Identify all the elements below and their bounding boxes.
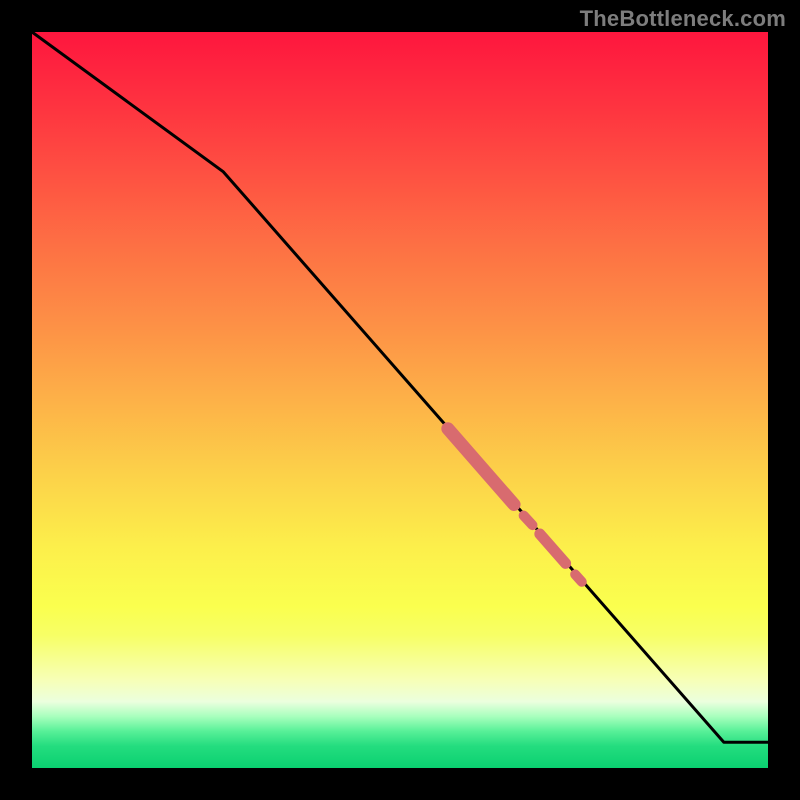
bottleneck-curve — [32, 32, 768, 742]
chart-frame: TheBottleneck.com — [0, 0, 800, 800]
highlight-segment-2 — [540, 534, 566, 563]
highlight-segment-0 — [448, 429, 514, 505]
line-overlay — [32, 32, 768, 768]
highlight-segment-3 — [575, 574, 582, 581]
plot-area — [32, 32, 768, 768]
watermark-text: TheBottleneck.com — [580, 6, 786, 32]
highlight-segment-1 — [524, 516, 533, 526]
